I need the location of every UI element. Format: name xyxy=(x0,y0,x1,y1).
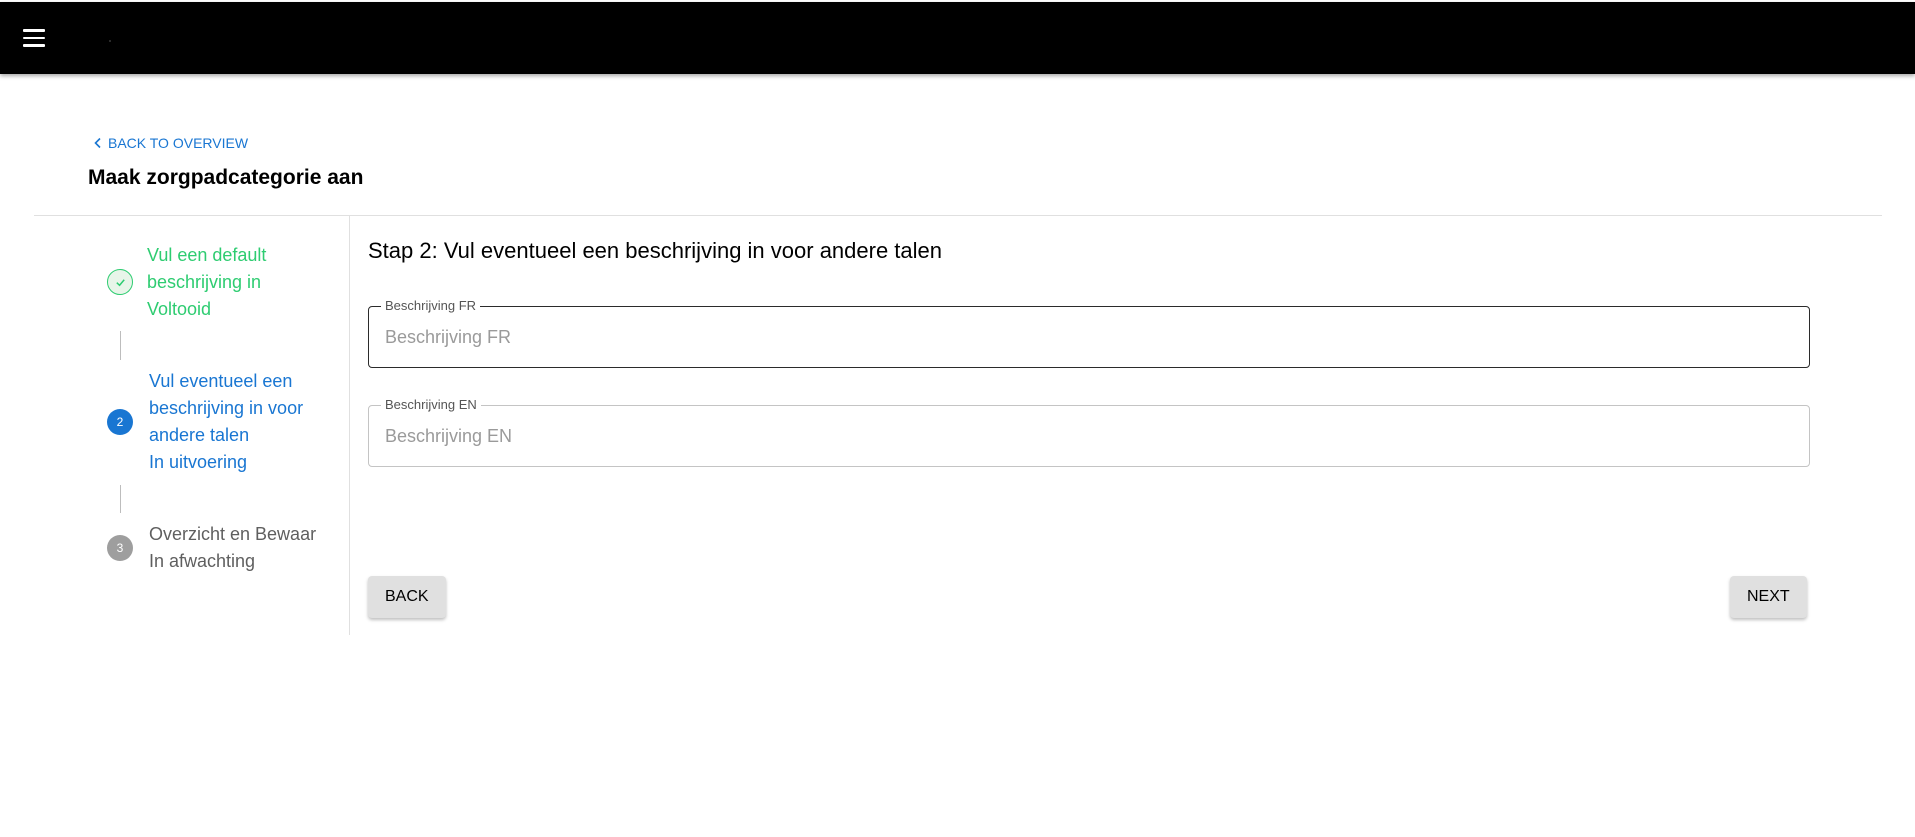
step-1: Vul een default beschrijving in Voltooid xyxy=(107,242,266,323)
step-1-label-line: beschrijving in xyxy=(147,272,262,292)
page-title: Maak zorgpadcategorie aan xyxy=(88,166,364,189)
check-icon xyxy=(115,278,125,286)
stepper-divider xyxy=(349,216,350,635)
step-2-label-line: beschrijving in voor xyxy=(149,398,304,418)
brand-logo xyxy=(109,40,111,42)
description-fr-field[interactable]: Beschrijving FR xyxy=(368,298,1810,368)
back-link-label: BACK TO OVERVIEW xyxy=(108,135,249,151)
menu-button[interactable] xyxy=(18,24,50,52)
menu-icon-bar xyxy=(23,44,45,47)
step-connector xyxy=(120,331,121,360)
step-2: 2 Vul eventueel een beschrijving in voor… xyxy=(107,368,303,476)
step-2-indicator: 2 xyxy=(107,409,133,435)
step-3-number: 3 xyxy=(116,541,124,555)
step-2-text: Vul eventueel een beschrijving in voor a… xyxy=(149,368,303,476)
step-2-label-line: andere talen xyxy=(149,425,250,445)
next-button[interactable]: NEXT xyxy=(1730,576,1807,618)
description-en-field[interactable]: Beschrijving EN xyxy=(368,397,1810,467)
step-3-indicator: 3 xyxy=(107,535,133,561)
step-2-status: In uitvoering xyxy=(149,452,248,472)
description-en-input[interactable] xyxy=(369,406,1809,466)
step-3: 3 Overzicht en Bewaar In afwachting xyxy=(107,521,316,575)
header-divider xyxy=(34,215,1882,216)
menu-icon-bar xyxy=(23,36,45,40)
app-top-bar xyxy=(0,2,1915,74)
description-fr-input[interactable] xyxy=(369,307,1809,367)
step-3-text: Overzicht en Bewaar In afwachting xyxy=(149,521,316,575)
step-1-label-line: Vul een default xyxy=(147,245,267,265)
step-connector xyxy=(120,485,121,513)
step-heading: Stap 2: Vul eventueel een beschrijving i… xyxy=(368,238,943,263)
back-to-overview-link[interactable]: BACK TO OVERVIEW xyxy=(92,135,248,151)
back-button[interactable]: BACK xyxy=(368,576,446,618)
menu-icon xyxy=(23,29,45,32)
step-3-label-line: Overzicht en Bewaar xyxy=(149,524,317,544)
step-2-label-line: Vul eventueel een xyxy=(149,371,293,391)
step-1-text: Vul een default beschrijving in Voltooid xyxy=(147,242,266,323)
step-2-number: 2 xyxy=(116,415,124,429)
chevron-left-icon xyxy=(94,137,101,149)
step-1-indicator xyxy=(107,269,133,295)
step-1-status: Voltooid xyxy=(147,299,212,319)
step-3-status: In afwachting xyxy=(149,551,256,571)
